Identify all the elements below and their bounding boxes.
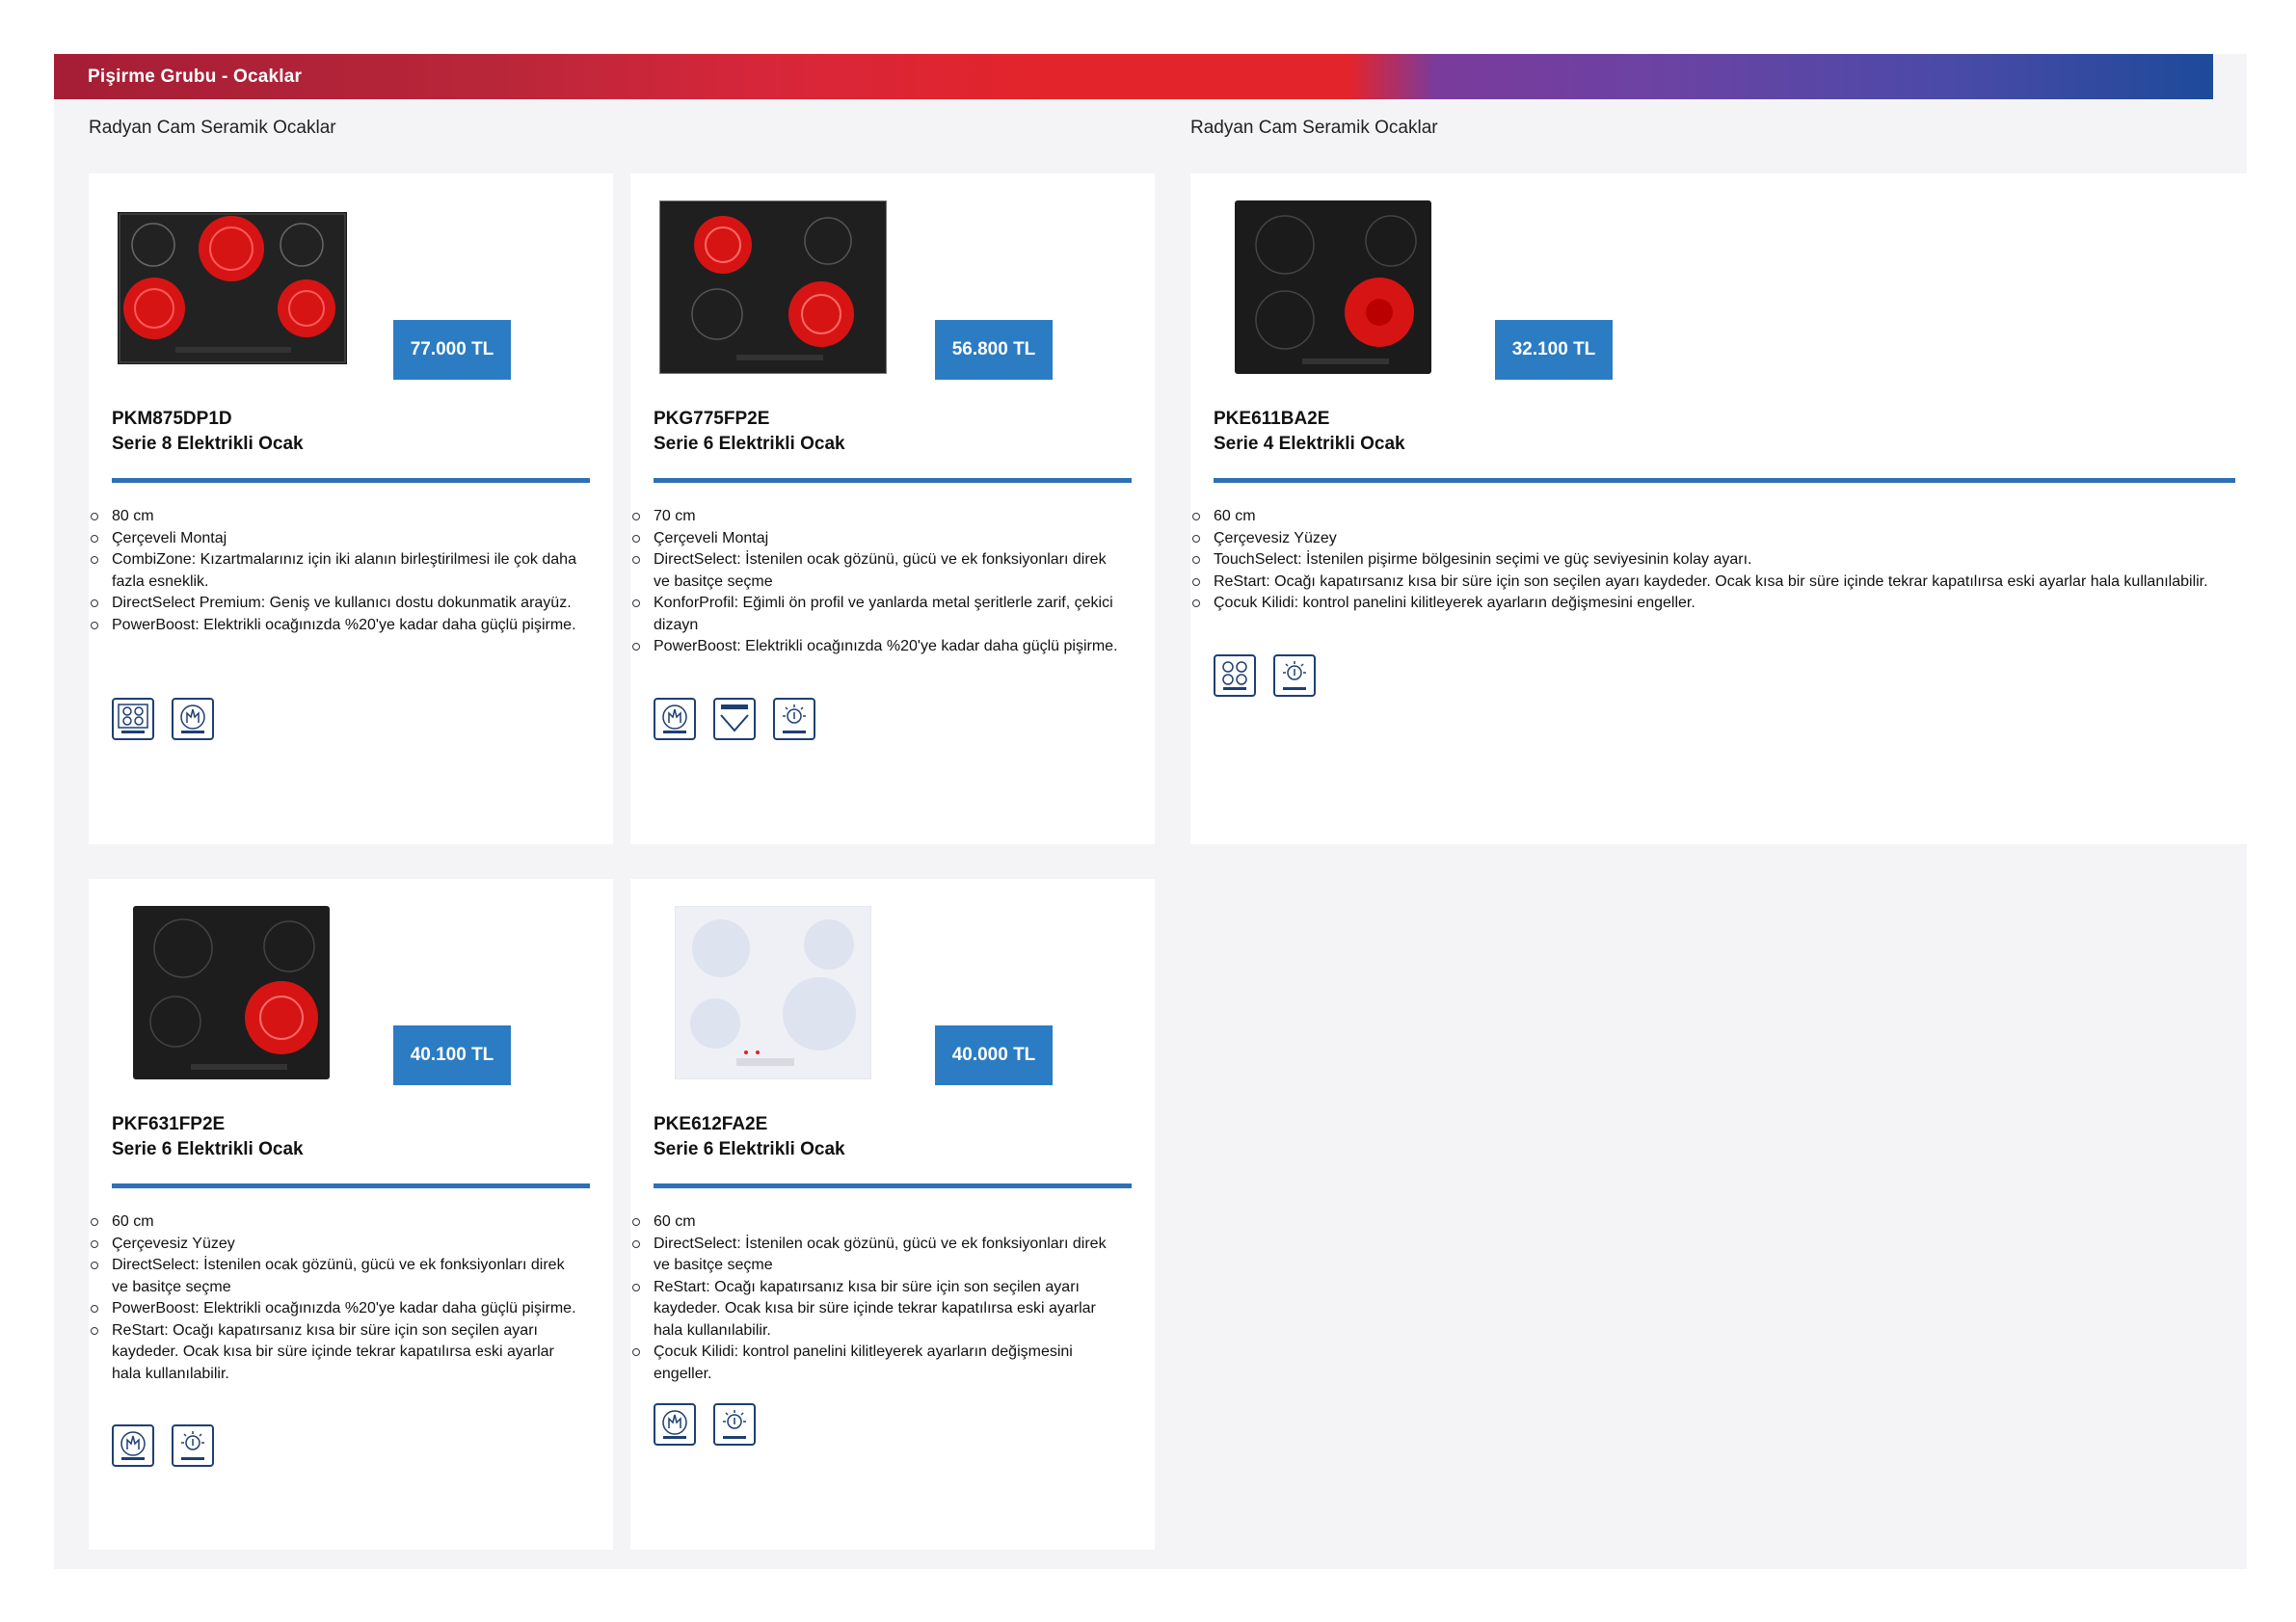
restart-icon	[172, 1424, 214, 1467]
product-sku: PKG775FP2E	[654, 409, 770, 429]
hob-image	[675, 906, 871, 1079]
product-name: Serie 6 Elektrikli Ocak	[112, 1139, 304, 1159]
touchselect-icon	[1214, 654, 1256, 697]
hob-image	[1235, 200, 1431, 374]
hob-image	[133, 906, 330, 1079]
product-name: Serie 6 Elektrikli Ocak	[654, 1139, 845, 1159]
product-name: Serie 8 Elektrikli Ocak	[112, 434, 304, 454]
restart-icon	[773, 698, 815, 740]
product-name: Serie 6 Elektrikli Ocak	[654, 434, 845, 454]
feature-item: DirectSelect: İstenilen ocak gözünü, güc…	[91, 1255, 584, 1298]
restart-icon	[713, 1403, 756, 1446]
feature-item: 70 cm	[632, 506, 1126, 528]
product-card[interactable]: 77.000 TL PKM875DP1D Serie 8 Elektrikli …	[89, 173, 613, 844]
restart-icon	[1273, 654, 1316, 697]
directselect-premium-icon	[172, 698, 214, 740]
feature-icons	[654, 698, 815, 740]
header-banner: Pişirme Grubu - Ocaklar	[54, 54, 2213, 99]
product-sku: PKE612FA2E	[654, 1114, 768, 1134]
feature-list: 70 cm Çerçeveli Montaj DirectSelect: İst…	[632, 506, 1126, 658]
feature-item: TouchSelect: İstenilen pişirme bölgesini…	[1192, 549, 2226, 572]
product-card[interactable]: 56.800 TL PKG775FP2E Serie 6 Elektrikli …	[630, 173, 1155, 844]
divider	[1214, 478, 2235, 483]
feature-item: 80 cm	[91, 506, 584, 528]
feature-list: 80 cm Çerçeveli Montaj CombiZone: Kızart…	[91, 506, 584, 637]
feature-icons	[112, 698, 214, 740]
directselect-icon	[654, 1403, 696, 1446]
feature-item: 60 cm	[1192, 506, 2226, 528]
divider	[112, 1183, 590, 1188]
comfortprofil-icon	[713, 698, 756, 740]
feature-item: PowerBoost: Elektrikli ocağınızda %20'ye…	[632, 636, 1126, 658]
feature-item: KonforProfil: Eğimli ön profil ve yanlar…	[632, 593, 1126, 636]
price-tag: 40.000 TL	[935, 1025, 1053, 1085]
feature-icons	[654, 1403, 756, 1446]
divider	[654, 1183, 1132, 1188]
product-name: Serie 4 Elektrikli Ocak	[1214, 434, 1405, 454]
divider	[112, 478, 590, 483]
product-card[interactable]: 40.000 TL PKE612FA2E Serie 6 Elektrikli …	[630, 879, 1155, 1550]
directselect-icon	[112, 1424, 154, 1467]
hob-image	[118, 212, 347, 364]
price-tag: 77.000 TL	[393, 320, 511, 380]
feature-list: 60 cm Çerçevesiz Yüzey TouchSelect: İste…	[1192, 506, 2226, 615]
product-sku: PKM875DP1D	[112, 409, 232, 429]
feature-icons	[112, 1424, 214, 1467]
feature-item: PowerBoost: Elektrikli ocağınızda %20'ye…	[91, 1298, 584, 1320]
combizone-icon	[112, 698, 154, 740]
feature-item: CombiZone: Kızartmalarınız için iki alan…	[91, 549, 584, 593]
section-title-left: Radyan Cam Seramik Ocaklar	[89, 118, 336, 138]
feature-item: 60 cm	[91, 1211, 584, 1234]
feature-item: Çocuk Kilidi: kontrol panelini kilitleye…	[1192, 593, 2226, 615]
feature-item: Çerçeveli Montaj	[91, 528, 584, 550]
hob-image	[659, 200, 887, 374]
feature-item: DirectSelect: İstenilen ocak gözünü, güc…	[632, 1234, 1126, 1277]
product-card[interactable]: 40.100 TL PKF631FP2E Serie 6 Elektrikli …	[89, 879, 613, 1550]
feature-list: 60 cm Çerçevesiz Yüzey DirectSelect: İst…	[91, 1211, 584, 1386]
product-sku: PKE611BA2E	[1214, 409, 1330, 429]
product-card[interactable]: 32.100 TL PKE611BA2E Serie 4 Elektrikli …	[1190, 173, 2247, 844]
product-sku: PKF631FP2E	[112, 1114, 226, 1134]
feature-item: DirectSelect: İstenilen ocak gözünü, güc…	[632, 549, 1126, 593]
price-tag: 32.100 TL	[1495, 320, 1613, 380]
feature-item: Çerçevesiz Yüzey	[1192, 528, 2226, 550]
feature-item: DirectSelect Premium: Geniş ve kullanıcı…	[91, 593, 584, 615]
divider	[654, 478, 1132, 483]
price-tag: 40.100 TL	[393, 1025, 511, 1085]
page-title: Pişirme Grubu - Ocaklar	[88, 66, 303, 87]
feature-item: Çerçevesiz Yüzey	[91, 1234, 584, 1256]
feature-item: Çocuk Kilidi: kontrol panelini kilitleye…	[632, 1342, 1126, 1385]
section-title-right: Radyan Cam Seramik Ocaklar	[1190, 118, 1438, 138]
feature-list: 60 cm DirectSelect: İstenilen ocak gözün…	[632, 1211, 1126, 1385]
price-tag: 56.800 TL	[935, 320, 1053, 380]
feature-icons	[1214, 654, 1316, 697]
feature-item: Çerçeveli Montaj	[632, 528, 1126, 550]
directselect-icon	[654, 698, 696, 740]
feature-item: ReStart: Ocağı kapatırsanız kısa bir sür…	[91, 1320, 584, 1386]
feature-item: ReStart: Ocağı kapatırsanız kısa bir sür…	[632, 1277, 1126, 1343]
feature-item: PowerBoost: Elektrikli ocağınızda %20'ye…	[91, 615, 584, 637]
feature-item: ReStart: Ocağı kapatırsanız kısa bir sür…	[1192, 572, 2226, 594]
feature-item: 60 cm	[632, 1211, 1126, 1234]
